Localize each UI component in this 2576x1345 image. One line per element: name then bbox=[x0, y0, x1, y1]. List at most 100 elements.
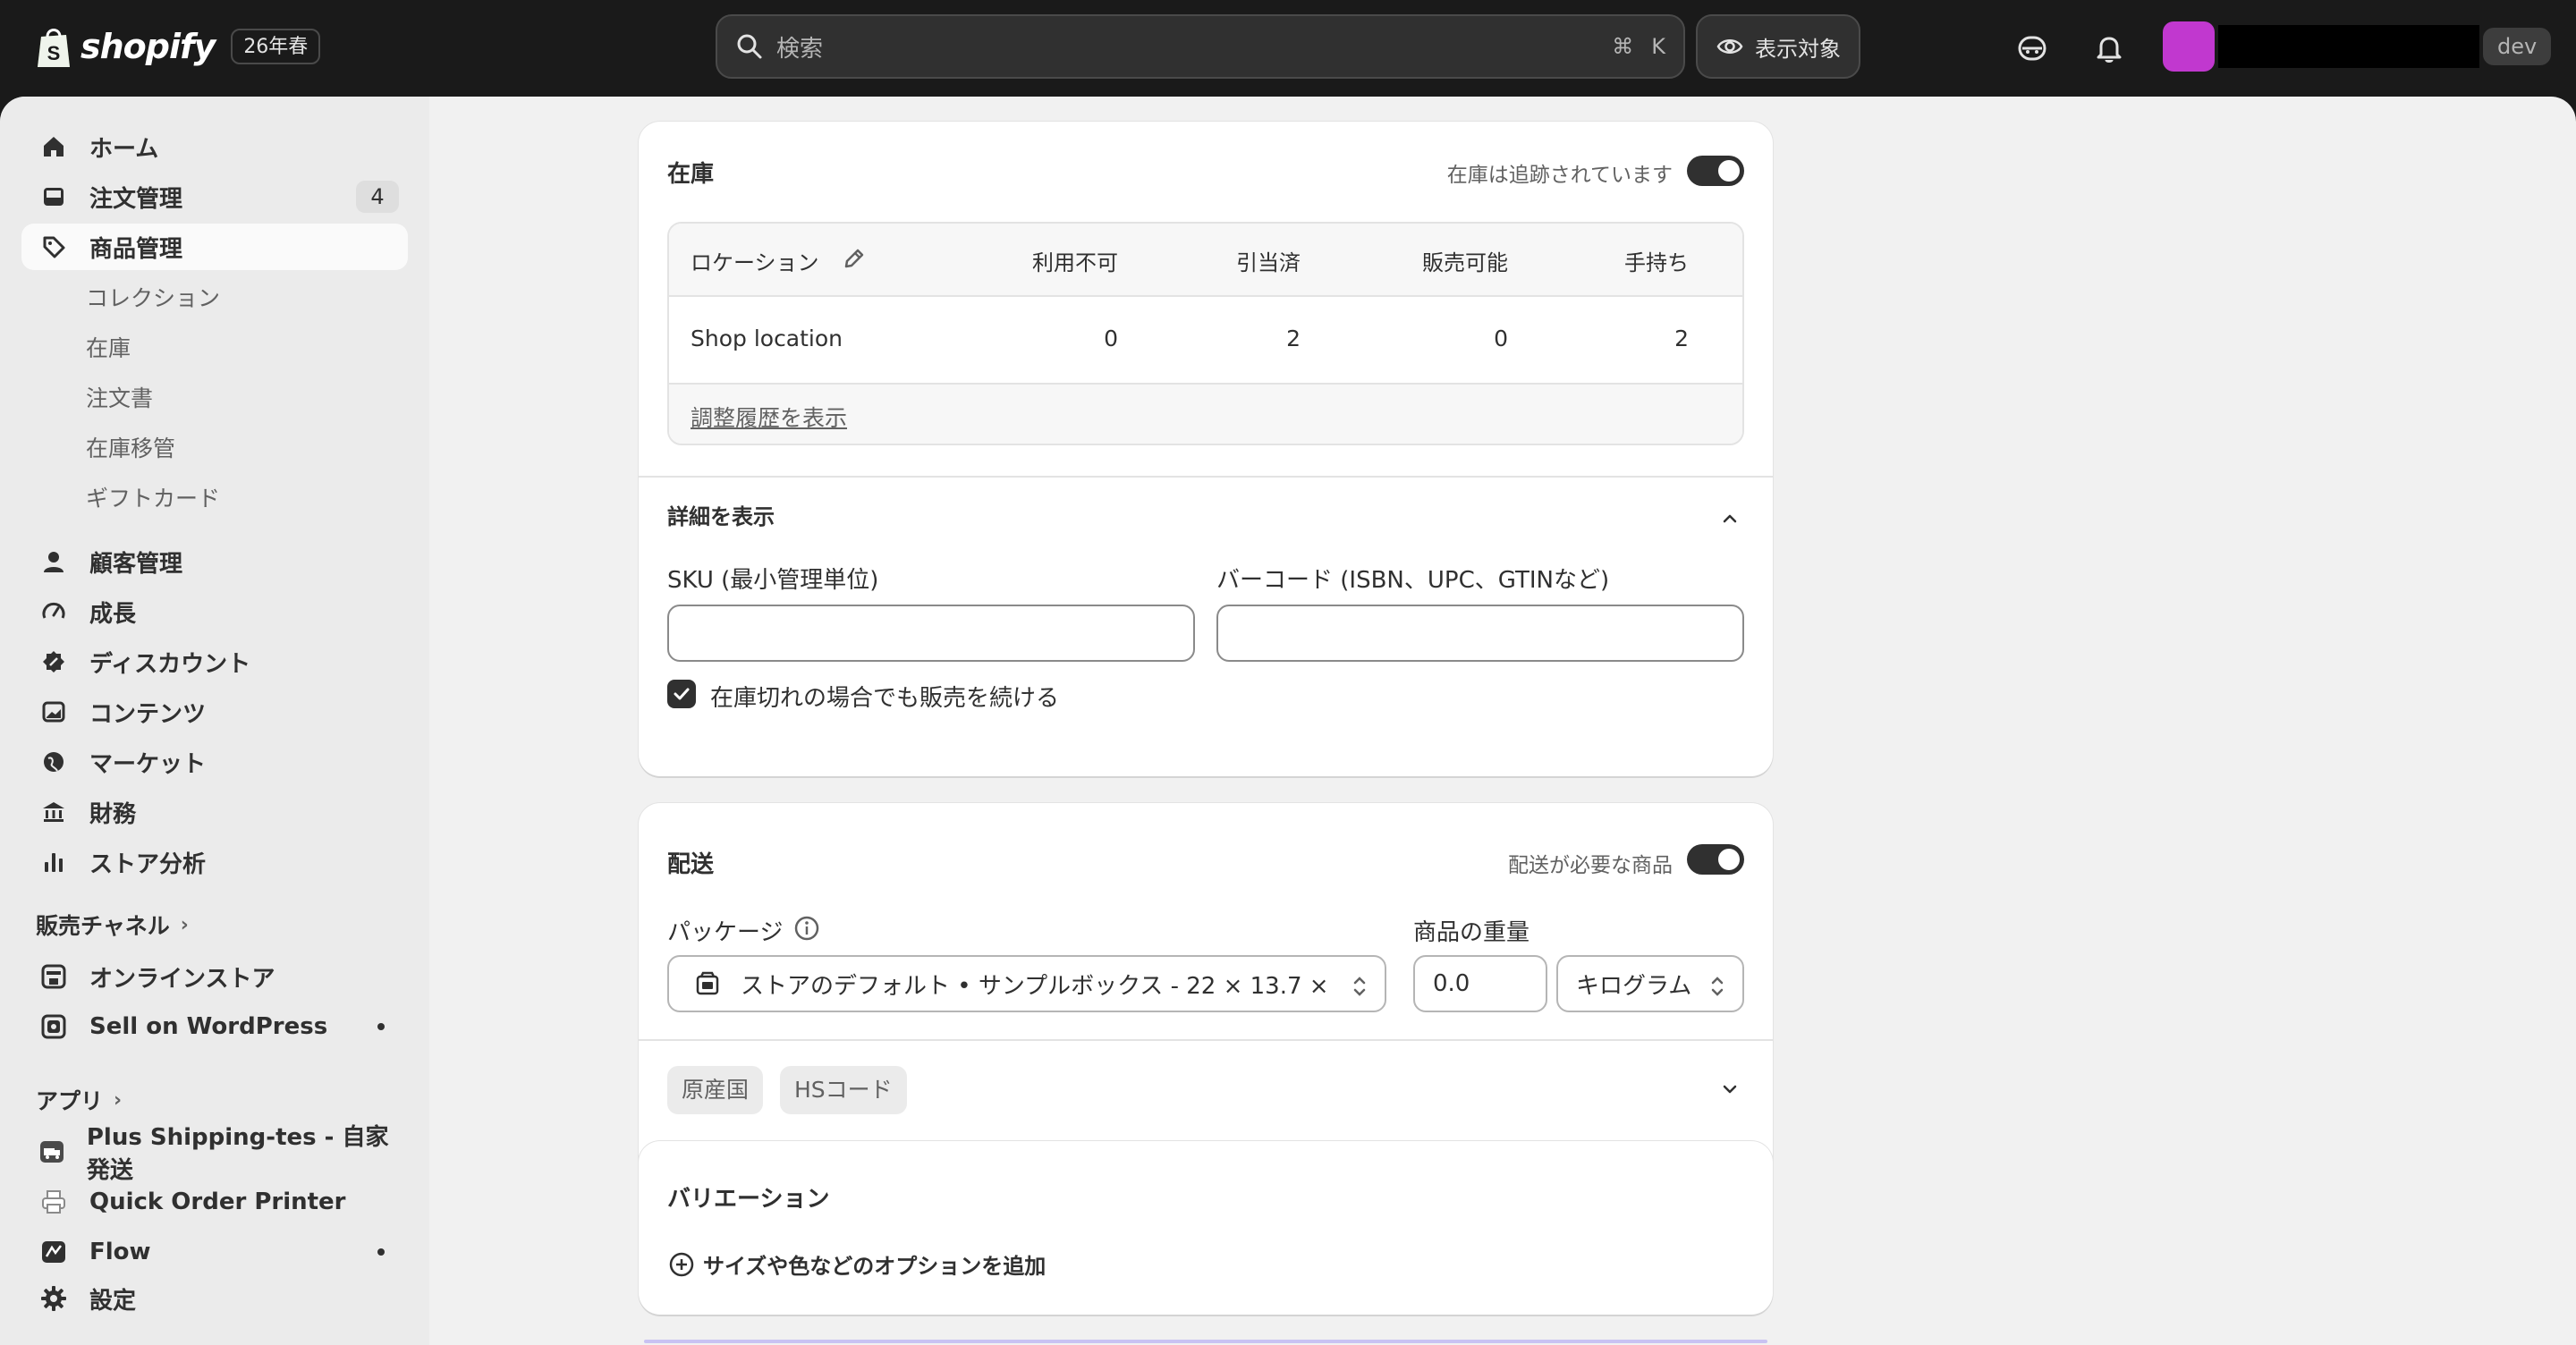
country-of-origin-chip[interactable]: 原産国 bbox=[667, 1066, 764, 1114]
column-header-committed: 引当済 bbox=[1236, 250, 1301, 275]
discount-icon bbox=[36, 644, 72, 680]
chevron-down-icon[interactable] bbox=[1717, 1077, 1742, 1102]
status-dot bbox=[377, 1023, 385, 1030]
app-icon bbox=[36, 1009, 72, 1045]
sidebar-item-label: 顧客管理 bbox=[89, 550, 183, 578]
sidebar-item-orders[interactable]: 注文管理 4 bbox=[21, 173, 408, 220]
inventory-table-header: ロケーション 利用不可 引当済 販売可能 手持ち bbox=[669, 224, 1742, 297]
shopify-logo[interactable]: S shopify 26年春 bbox=[34, 21, 321, 72]
gear-icon bbox=[36, 1281, 72, 1316]
inventory-card: 在庫 在庫は追跡されています ロケーション 利用不可 引当済 販売可能 手持ち … bbox=[639, 122, 1773, 776]
svg-text:S: S bbox=[47, 42, 61, 64]
table-row: Shop location 0 2 0 2 bbox=[669, 297, 1742, 385]
hs-code-chip[interactable]: HSコード bbox=[780, 1066, 907, 1114]
package-select[interactable]: ストアのデフォルト • サンプルボックス - 22 × 13.7 × bbox=[667, 955, 1386, 1012]
sales-channels-heading[interactable]: 販売チャネル › bbox=[36, 905, 189, 944]
sidebar-subitem-transfers[interactable]: 在庫移管 bbox=[86, 424, 175, 470]
shortcut-key: K bbox=[1651, 34, 1665, 59]
adjustment-history-link[interactable]: 調整履歴を表示 bbox=[691, 401, 847, 433]
store-avatar[interactable] bbox=[2163, 21, 2215, 72]
weight-unit-value: キログラム bbox=[1576, 972, 1692, 1000]
main-frame: ホーム 注文管理 4 商品管理 コレクション 在庫 注文書 在庫移管 ギフトカー… bbox=[0, 97, 2576, 1345]
sidebar-item-online-store[interactable]: オンラインストア bbox=[21, 953, 408, 1000]
sidebar-item-sell-on-wordpress[interactable]: Sell on WordPress bbox=[21, 1003, 408, 1050]
sidebar-item-label: 商品管理 bbox=[89, 235, 183, 263]
store-icon bbox=[36, 959, 72, 994]
sidebar-item-label: ディスカウント bbox=[89, 650, 251, 678]
sidebar-item-label: 注文管理 bbox=[89, 185, 183, 213]
chevron-up-icon[interactable] bbox=[1717, 506, 1742, 531]
apps-label: アプリ bbox=[36, 1088, 104, 1114]
inventory-table-footer: 調整履歴を表示 bbox=[669, 385, 1742, 444]
sidebar-item-settings[interactable]: 設定 bbox=[21, 1275, 408, 1322]
sidebar-item-markets[interactable]: マーケット bbox=[21, 739, 408, 785]
shipping-title: 配送 bbox=[667, 851, 715, 878]
add-option-label: サイズや色などのオプションを追加 bbox=[703, 1254, 1046, 1279]
weight-unit-select[interactable]: キログラム bbox=[1556, 955, 1744, 1012]
search-bar[interactable]: 検索 ⌘ K bbox=[716, 14, 1685, 79]
sku-input[interactable] bbox=[667, 605, 1195, 662]
sidebar-item-growth[interactable]: 成長 bbox=[21, 588, 408, 635]
next-card-edge bbox=[644, 1340, 1767, 1343]
sidebar-item-plus-shipping[interactable]: Plus Shipping-tes - 自家発送 bbox=[21, 1124, 408, 1184]
person-icon bbox=[36, 544, 72, 579]
sidebar: ホーム 注文管理 4 商品管理 コレクション 在庫 注文書 在庫移管 ギフトカー… bbox=[0, 97, 429, 1345]
physical-product-toggle[interactable] bbox=[1687, 844, 1744, 875]
package-box-icon bbox=[696, 971, 719, 995]
checkmark-icon bbox=[674, 688, 690, 700]
sidebar-subitem-purchase-orders[interactable]: 注文書 bbox=[86, 374, 153, 420]
edit-pencil-icon[interactable] bbox=[841, 245, 868, 272]
apps-heading[interactable]: アプリ › bbox=[36, 1080, 122, 1120]
sidebar-item-analytics[interactable]: ストア分析 bbox=[21, 839, 408, 885]
sidebar-subitem-inventory[interactable]: 在庫 bbox=[86, 324, 131, 370]
sidebar-subitem-gift-cards[interactable]: ギフトカード bbox=[86, 474, 220, 520]
available-value[interactable]: 0 bbox=[1494, 326, 1508, 351]
sidebar-item-discounts[interactable]: ディスカウント bbox=[21, 639, 408, 685]
dev-badge: dev bbox=[2483, 28, 2552, 65]
sidebar-item-label: 設定 bbox=[89, 1287, 137, 1315]
sidebar-item-customers[interactable]: 顧客管理 bbox=[21, 538, 408, 585]
flow-app-icon bbox=[36, 1234, 72, 1270]
sidebar-item-products[interactable]: 商品管理 bbox=[21, 224, 408, 270]
sidebar-item-label: 成長 bbox=[89, 600, 137, 628]
gauge-icon bbox=[36, 594, 72, 630]
info-icon[interactable] bbox=[792, 914, 821, 943]
viewers-button[interactable]: 表示対象 bbox=[1696, 14, 1860, 79]
sidebar-item-flow[interactable]: Flow bbox=[21, 1229, 408, 1275]
sidebar-item-content[interactable]: コンテンツ bbox=[21, 689, 408, 735]
sidebar-item-finance[interactable]: 財務 bbox=[21, 789, 408, 835]
sidebar-item-label: ホーム bbox=[89, 135, 159, 163]
edition-badge: 26年春 bbox=[231, 29, 321, 64]
orders-count-badge: 4 bbox=[356, 181, 399, 213]
weight-input[interactable]: 0.0 bbox=[1413, 955, 1547, 1012]
sidebar-subitem-collections[interactable]: コレクション bbox=[86, 274, 220, 320]
bar-chart-icon bbox=[36, 844, 72, 880]
physical-product-label: 配送が必要な商品 bbox=[1508, 854, 1673, 877]
chevron-right-icon: › bbox=[114, 1088, 123, 1112]
store-name-redacted[interactable] bbox=[2218, 25, 2479, 68]
sales-channels-label: 販売チャネル bbox=[36, 913, 170, 939]
truck-app-icon bbox=[36, 1134, 69, 1170]
sidebar-item-label: Plus Shipping-tes - 自家発送 bbox=[86, 1124, 389, 1184]
unavailable-value[interactable]: 0 bbox=[1104, 326, 1118, 351]
column-header-unavailable: 利用不可 bbox=[1032, 250, 1118, 275]
select-chevrons-icon bbox=[1711, 977, 1724, 996]
continue-selling-checkbox[interactable] bbox=[667, 680, 696, 708]
sidebar-item-home[interactable]: ホーム bbox=[21, 123, 408, 170]
sidebar-item-label: Sell on WordPress bbox=[89, 1013, 328, 1040]
inventory-tracking-label: 在庫は追跡されています bbox=[1446, 164, 1673, 187]
sidekick-icon[interactable] bbox=[2014, 30, 2050, 66]
sidebar-item-label: Flow bbox=[89, 1239, 151, 1265]
barcode-input[interactable] bbox=[1216, 605, 1744, 662]
continue-selling-label[interactable]: 在庫切れの場合でも販売を続ける bbox=[710, 680, 1059, 713]
on-hand-value[interactable]: 2 bbox=[1674, 326, 1689, 351]
add-option-button[interactable]: サイズや色などのオプションを追加 bbox=[667, 1248, 1046, 1280]
weight-label: 商品の重量 bbox=[1413, 919, 1530, 946]
status-dot bbox=[377, 1248, 385, 1256]
sidebar-item-quick-order-printer[interactable]: Quick Order Printer bbox=[21, 1179, 408, 1225]
details-toggle-label[interactable]: 詳細を表示 bbox=[667, 499, 775, 530]
column-header-on-hand: 手持ち bbox=[1624, 250, 1689, 275]
bell-icon[interactable] bbox=[2091, 30, 2127, 66]
plus-circle-icon bbox=[669, 1252, 694, 1276]
inventory-tracking-toggle[interactable] bbox=[1687, 156, 1744, 186]
